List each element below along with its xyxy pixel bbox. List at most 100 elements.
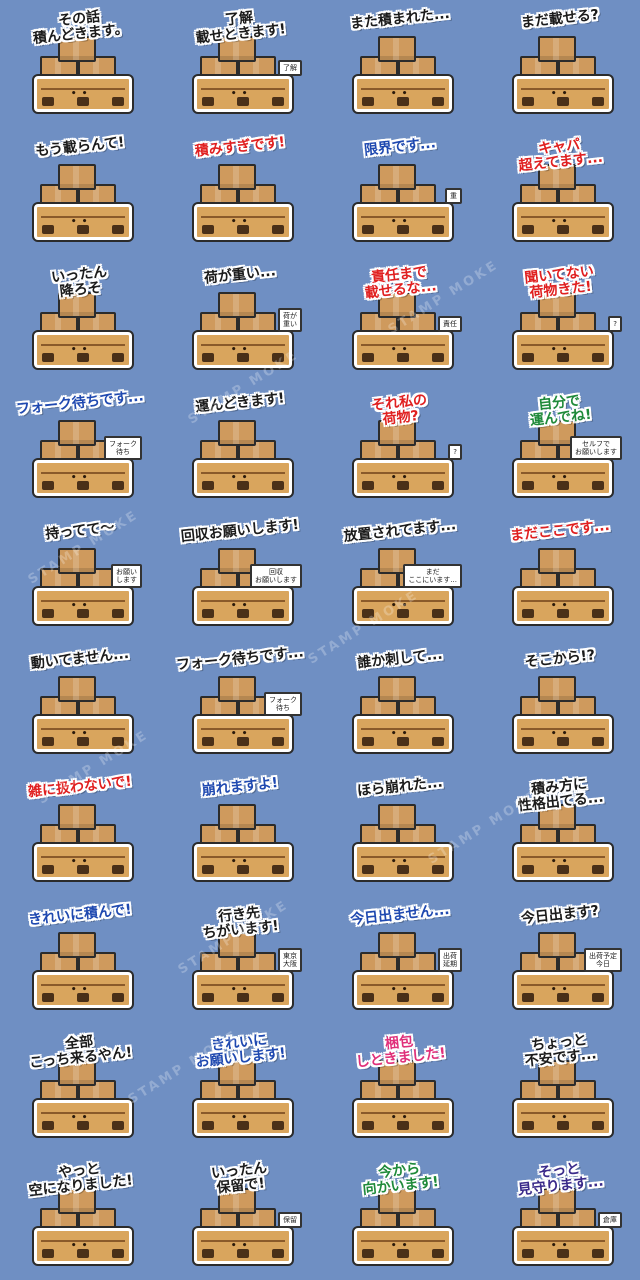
wooden-pallet: • • — [34, 1228, 132, 1264]
sticker-cell[interactable]: • • やっと 空になりました! — [0, 1152, 160, 1280]
sticker-cell[interactable]: • • 出荷予定 今日 今日出ます? — [480, 896, 640, 1024]
sticker-caption: 荷が重い... — [203, 263, 277, 287]
sticker-cell[interactable]: • • キャパ 超えてます... — [480, 128, 640, 256]
cardboard-box — [378, 676, 416, 702]
pallet-slot — [432, 481, 444, 490]
sticker-cell[interactable]: • • セルフで お願いします 自分で 運んでね! — [480, 384, 640, 512]
wooden-pallet: • • — [354, 972, 452, 1008]
sticker-cell[interactable]: • • その話 積んどきます。 — [0, 0, 160, 128]
sticker-cell[interactable]: • • 今から 向かいます! — [320, 1152, 480, 1280]
sticker-sign: お願い します — [111, 564, 142, 588]
pallet-slot — [112, 865, 124, 874]
pallet-face: • • — [71, 857, 88, 867]
sticker-cell[interactable]: • • ちょっと 不安です... — [480, 1024, 640, 1152]
pallet-sticker: • • 倉庫 そっと 見守ります... — [496, 1160, 624, 1272]
sticker-cell[interactable]: • • 東京 大阪 行き先 ちがいます! — [160, 896, 320, 1024]
pallet-face: • • — [71, 89, 88, 99]
sticker-sign: 荷が 重い — [278, 308, 302, 332]
sticker-cell[interactable]: • • 積みすぎです! — [160, 128, 320, 256]
sticker-caption: 積みすぎです! — [194, 134, 286, 160]
pallet-face: • • — [231, 89, 248, 99]
sticker-cell[interactable]: • • 了解 了解 載せときます! — [160, 0, 320, 128]
pallet-slot — [272, 993, 284, 1002]
pallet-slot — [202, 609, 214, 618]
pallet-slot — [272, 609, 284, 618]
pallet-sticker: • • 今から 向かいます! — [336, 1160, 464, 1272]
sticker-cell[interactable]: • • 崩れますよ! — [160, 768, 320, 896]
sticker-caption: 回収お願いします! — [180, 516, 300, 546]
wooden-pallet: • • — [354, 204, 452, 240]
sticker-cell[interactable]: • • 運んどきます! — [160, 384, 320, 512]
pallet-slot — [112, 609, 124, 618]
sticker-cell[interactable]: • •? それ私の 荷物? — [320, 384, 480, 512]
sticker-caption: まだ載せる? — [520, 6, 600, 32]
pallet-face: • • — [551, 729, 568, 739]
sticker-cell[interactable]: • • 回収 お願いします 回収お願いします! — [160, 512, 320, 640]
wooden-pallet: • • — [194, 588, 292, 624]
sticker-cell[interactable]: • •? 聞いてない 荷物きた! — [480, 256, 640, 384]
pallet-slot — [522, 737, 534, 746]
sticker-cell[interactable]: • • お願い します 持ってて〜 — [0, 512, 160, 640]
wooden-pallet: • • — [194, 1100, 292, 1136]
sticker-cell[interactable]: • • 重 限界です... — [320, 128, 480, 256]
pallet-slot — [362, 225, 374, 234]
sticker-cell[interactable]: • • フォーク 待ち フォーク待ちです... — [160, 640, 320, 768]
sticker-caption: フォーク待ちです... — [175, 644, 305, 674]
pallet-slot — [432, 1249, 444, 1258]
sticker-caption: 雑に扱わないで! — [27, 773, 133, 801]
sticker-cell[interactable]: • • 梱包 しときました! — [320, 1024, 480, 1152]
sticker-cell[interactable]: • • 動いてません... — [0, 640, 160, 768]
pallet-slot — [42, 737, 54, 746]
sticker-cell[interactable]: • • ほら崩れた... — [320, 768, 480, 896]
pallet-slot — [592, 97, 604, 106]
sticker-cell[interactable]: • • また積まれた... — [320, 0, 480, 128]
pallet-slot — [202, 97, 214, 106]
sticker-cell[interactable]: • • まだ ここにいます... 放置されてます... — [320, 512, 480, 640]
sticker-cell[interactable]: • • 倉庫 そっと 見守ります... — [480, 1152, 640, 1280]
pallet-face: • • — [551, 89, 568, 99]
sticker-cell[interactable]: • • 誰か刺して... — [320, 640, 480, 768]
pallet-slot — [522, 481, 534, 490]
pallet-slot — [42, 97, 54, 106]
sticker-cell[interactable]: • • きれいに お願いします! — [160, 1024, 320, 1152]
wooden-pallet: • • — [194, 844, 292, 880]
wooden-pallet: • • — [194, 204, 292, 240]
pallet-face: • • — [391, 857, 408, 867]
pallet-slot — [362, 865, 374, 874]
sticker-cell[interactable]: • • 雑に扱わないで! — [0, 768, 160, 896]
sticker-cell[interactable]: • • 全部 こっち来るやん! — [0, 1024, 160, 1152]
sticker-sign: 責任 — [438, 316, 462, 332]
pallet-face: • • — [231, 985, 248, 995]
cardboard-box — [378, 932, 416, 958]
cardboard-box — [218, 292, 256, 318]
sticker-cell[interactable]: • • 保留 いったん 保留で! — [160, 1152, 320, 1280]
pallet-face: • • — [391, 729, 408, 739]
wooden-pallet: • • — [514, 332, 612, 368]
pallet-sticker: • • 回収 お願いします 回収お願いします! — [176, 516, 304, 632]
cardboard-box — [58, 164, 96, 190]
sticker-cell[interactable]: • • きれいに積んで! — [0, 896, 160, 1024]
cardboard-box — [538, 548, 576, 574]
sticker-cell[interactable]: • • そこから!? — [480, 640, 640, 768]
pallet-sticker: • • やっと 空になりました! — [16, 1160, 144, 1272]
sticker-cell[interactable]: • • フォーク 待ち フォーク待ちです... — [0, 384, 160, 512]
wooden-pallet: • • — [194, 972, 292, 1008]
sticker-cell[interactable]: • • 出荷 延期 今日出ません... — [320, 896, 480, 1024]
wooden-pallet: • • — [354, 844, 452, 880]
sticker-cell[interactable]: • • 責任 責任まで 載せるな... — [320, 256, 480, 384]
pallet-slot — [112, 1249, 124, 1258]
sticker-caption: また積まれた... — [349, 5, 451, 33]
wooden-pallet: • • — [194, 1228, 292, 1264]
sticker-cell[interactable]: • • 荷が 重い 荷が重い... — [160, 256, 320, 384]
sticker-cell[interactable]: • • まだここです... — [480, 512, 640, 640]
sticker-cell[interactable]: • • もう載らんて! — [0, 128, 160, 256]
sticker-cell[interactable]: • • 積み方に 性格出てる... — [480, 768, 640, 896]
pallet-face: • • — [551, 601, 568, 611]
pallet-face: • • — [391, 473, 408, 483]
pallet-slot — [362, 1249, 374, 1258]
sticker-cell[interactable]: • • まだ載せる? — [480, 0, 640, 128]
sticker-cell[interactable]: • • いったん 降ろそ — [0, 256, 160, 384]
sticker-sign: 保留 — [278, 1212, 302, 1228]
wooden-pallet: • • — [514, 460, 612, 496]
pallet-sticker: • • 重 限界です... — [336, 135, 464, 248]
